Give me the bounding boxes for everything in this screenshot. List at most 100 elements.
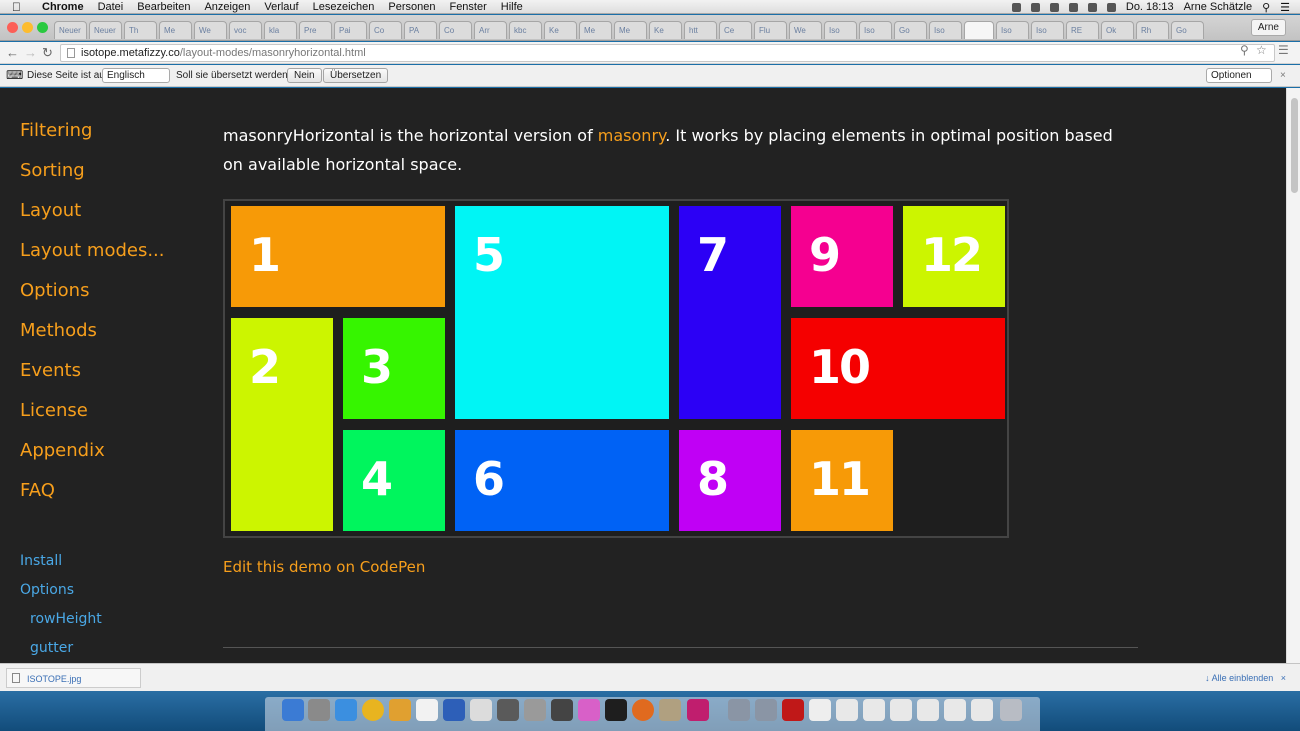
tab[interactable]: Go [894, 21, 927, 39]
tab[interactable]: We [789, 21, 822, 39]
tab[interactable]: Iso [859, 21, 892, 39]
tray-icon[interactable] [1011, 2, 1021, 12]
tab[interactable]: Co [369, 21, 402, 39]
profile-button[interactable]: Arne [1250, 19, 1286, 36]
document-icon[interactable] [971, 699, 993, 721]
language-select[interactable]: Englisch [102, 68, 170, 83]
spotlight-icon[interactable]: ⚲ [1262, 1, 1270, 14]
nav-layout-modes[interactable]: Layout modes... [20, 238, 165, 278]
nav-layout[interactable]: Layout [20, 198, 165, 238]
finder-icon[interactable] [282, 699, 304, 721]
document-icon[interactable] [809, 699, 831, 721]
options-select[interactable]: Optionen [1206, 68, 1272, 83]
menu-bearbeiten[interactable]: Bearbeiten [137, 1, 190, 13]
grid-item-6[interactable]: 6 [455, 430, 669, 531]
menu-lesezeichen[interactable]: Lesezeichen [313, 1, 375, 13]
tab[interactable]: Neuer [54, 21, 87, 39]
subnav-options[interactable]: Options [20, 580, 102, 609]
trash-icon[interactable] [1000, 699, 1022, 721]
codepen-link[interactable]: Edit this demo on CodePen [223, 558, 425, 576]
minimize-window-icon[interactable] [22, 22, 33, 33]
tab[interactable]: Th [124, 21, 157, 39]
nav-filtering[interactable]: Filtering [20, 118, 165, 158]
show-all-link[interactable]: ↓ Alle einblenden × [1205, 673, 1286, 683]
bluetooth-icon[interactable] [1068, 2, 1078, 12]
close-window-icon[interactable] [7, 22, 18, 33]
no-button[interactable]: Nein [287, 68, 322, 83]
tab[interactable]: PA [404, 21, 437, 39]
clock[interactable]: Do. 18:13 [1126, 1, 1174, 13]
tab[interactable]: Me [159, 21, 192, 39]
download-item[interactable]: ISOTOPE.jpg [6, 668, 141, 688]
bookmark-star-icon[interactable]: ☆ [1256, 43, 1267, 57]
subnav-rowheight[interactable]: rowHeight [30, 609, 102, 638]
scrollbar-thumb[interactable] [1291, 98, 1298, 193]
app-icon[interactable] [551, 699, 573, 721]
tab-active[interactable] [964, 21, 994, 39]
tray-icon[interactable] [1030, 2, 1040, 12]
tab[interactable]: Ke [544, 21, 577, 39]
tab[interactable]: Arr [474, 21, 507, 39]
tab[interactable]: Neuer [89, 21, 122, 39]
app-icon[interactable] [497, 699, 519, 721]
menu-app[interactable]: Chrome [42, 1, 84, 13]
menu-icon[interactable]: ☰ [1278, 43, 1289, 57]
tab[interactable]: Flu [754, 21, 787, 39]
grid-item-10[interactable]: 10 [791, 318, 1005, 419]
grid-item-7[interactable]: 7 [679, 206, 781, 419]
tab[interactable]: Co [439, 21, 472, 39]
subnav-install[interactable]: Install [20, 551, 102, 580]
app-icon[interactable] [524, 699, 546, 721]
help-icon[interactable] [728, 699, 750, 721]
tab[interactable]: Iso [929, 21, 962, 39]
translate-button[interactable]: Übersetzen [323, 68, 389, 83]
grid-item-12[interactable]: 12 [903, 206, 1005, 307]
document-icon[interactable] [836, 699, 858, 721]
document-icon[interactable] [917, 699, 939, 721]
grid-item-1[interactable]: 1 [231, 206, 445, 307]
tab[interactable]: Me [614, 21, 647, 39]
tab[interactable]: kla [264, 21, 297, 39]
notification-icon[interactable]: ☰ [1280, 1, 1290, 14]
app-icon[interactable] [659, 699, 681, 721]
nav-methods[interactable]: Methods [20, 318, 165, 358]
search-icon[interactable]: ⚲ [1240, 43, 1249, 57]
tab[interactable]: We [194, 21, 227, 39]
tab[interactable]: Ok [1101, 21, 1134, 39]
menu-verlauf[interactable]: Verlauf [264, 1, 298, 13]
activity-monitor-icon[interactable] [605, 699, 627, 721]
app-icon[interactable] [782, 699, 804, 721]
grid-item-2[interactable]: 2 [231, 318, 333, 531]
back-icon[interactable]: ← [6, 45, 19, 60]
tab[interactable]: kbc [509, 21, 542, 39]
volume-icon[interactable] [1106, 2, 1116, 12]
grid-item-8[interactable]: 8 [679, 430, 781, 531]
address-bar[interactable]: isotope.metafizzy.co/layout-modes/masonr… [60, 44, 1275, 62]
subnav-gutter[interactable]: gutter [30, 638, 102, 663]
menu-datei[interactable]: Datei [98, 1, 124, 13]
tab[interactable]: htt [684, 21, 717, 39]
tab[interactable]: Pai [334, 21, 367, 39]
reload-icon[interactable]: ↻ [42, 45, 53, 61]
grid-item-5[interactable]: 5 [455, 206, 669, 419]
grid-item-11[interactable]: 11 [791, 430, 893, 531]
itunes-icon[interactable] [578, 699, 600, 721]
tab[interactable]: Rh [1136, 21, 1169, 39]
tab[interactable]: Ke [649, 21, 682, 39]
nav-sorting[interactable]: Sorting [20, 158, 165, 198]
tab[interactable]: Iso [824, 21, 857, 39]
menu-anzeigen[interactable]: Anzeigen [204, 1, 250, 13]
tab[interactable]: RE [1066, 21, 1099, 39]
nav-options[interactable]: Options [20, 278, 165, 318]
tab[interactable]: Pre [299, 21, 332, 39]
apple-icon[interactable]:  [12, 0, 26, 14]
menu-personen[interactable]: Personen [388, 1, 435, 13]
tray-icon[interactable] [1049, 2, 1059, 12]
menu-hilfe[interactable]: Hilfe [501, 1, 523, 13]
nav-events[interactable]: Events [20, 358, 165, 398]
forward-icon[interactable]: → [24, 45, 37, 60]
grid-item-9[interactable]: 9 [791, 206, 893, 307]
wifi-icon[interactable] [1087, 2, 1097, 12]
nav-faq[interactable]: FAQ [20, 478, 165, 518]
document-icon[interactable] [890, 699, 912, 721]
